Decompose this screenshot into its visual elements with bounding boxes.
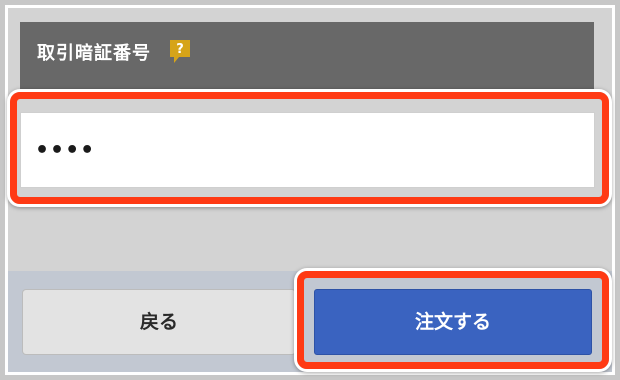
back-button[interactable]: 戻る (22, 289, 296, 355)
pin-field-label: 取引暗証番号 (37, 43, 151, 64)
pin-input[interactable] (20, 112, 595, 188)
pin-field-header: 取引暗証番号 ? (20, 22, 594, 92)
place-order-button[interactable]: 注文する (314, 289, 592, 355)
question-mark-icon[interactable]: ? (168, 39, 192, 65)
svg-text:?: ? (176, 42, 184, 57)
